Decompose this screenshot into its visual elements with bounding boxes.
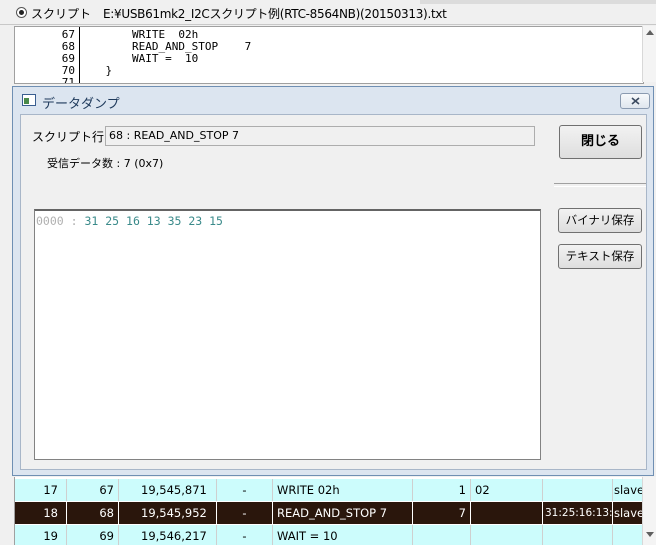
- cell-write-data: [471, 525, 543, 545]
- close-button[interactable]: 閉じる: [559, 125, 642, 159]
- cell-index: 17: [15, 479, 67, 501]
- dialog-titlebar[interactable]: データダンプ: [13, 87, 653, 115]
- cell-flag: -: [217, 502, 273, 524]
- table-vertical-scrollbar[interactable]: [642, 477, 656, 545]
- cell-write-data: 02: [471, 479, 543, 501]
- received-count-label: 受信データ数 : 7 (0x7): [47, 157, 164, 170]
- dump-address: 0000 :: [36, 214, 78, 228]
- cell-flag: -: [217, 525, 273, 545]
- execution-log-table[interactable]: 17 67 19,545,871 - WRITE 02h 1 02 slave …: [14, 477, 643, 545]
- dump-bytes: 31 25 16 13 35 23 15: [84, 214, 223, 228]
- dialog-body: スクリプト行 68 : READ_AND_STOP 7 受信データ数 : 7 (…: [20, 114, 647, 470]
- code-vertical-scrollbar[interactable]: [642, 26, 656, 82]
- close-icon: [631, 97, 640, 105]
- table-row[interactable]: 17 67 19,545,871 - WRITE 02h 1 02 slave: [15, 479, 643, 501]
- cell-line: 69: [67, 525, 119, 545]
- scroll-down-arrow-icon[interactable]: [646, 532, 654, 537]
- script-file-path: E:¥USB61mk2_I2Cスクリプト例(RTC-8564NB)(201503…: [103, 7, 447, 21]
- window-close-button[interactable]: [620, 93, 650, 109]
- cell-target: slave: [614, 483, 643, 497]
- cell-command: READ_AND_STOP 7: [273, 502, 413, 524]
- cell-count: 7: [413, 502, 471, 524]
- script-radio-button[interactable]: [16, 7, 27, 18]
- cell-time: 19,546,217: [119, 525, 217, 545]
- line-number: 71: [61, 76, 75, 84]
- cell-command: WAIT = 10: [273, 525, 413, 545]
- cell-write-data: [471, 502, 543, 524]
- scroll-up-arrow-icon[interactable]: [646, 30, 654, 35]
- cell-time: 19,545,871: [119, 479, 217, 501]
- dialog-title: データダンプ: [42, 97, 120, 112]
- code-line: }: [79, 64, 113, 77]
- cell-count: 1: [413, 479, 471, 501]
- window-icon: [22, 94, 36, 106]
- script-line-field: 68 : READ_AND_STOP 7: [105, 126, 535, 146]
- script-line-label: スクリプト行: [32, 130, 105, 144]
- cell-count: [413, 525, 471, 545]
- cell-command: WRITE 02h: [273, 479, 413, 501]
- script-radio-label[interactable]: スクリプト: [31, 5, 91, 22]
- cell-read-data: 31:25:16:13:...: [543, 502, 613, 524]
- cell-read-data: [543, 525, 613, 545]
- data-dump-dialog: データダンプ スクリプト行 68 : READ_AND_STOP 7 受信データ…: [12, 86, 654, 476]
- script-code-view[interactable]: 67 WRITE 02h 68 READ_AND_STOP 7 69 WAIT …: [14, 26, 644, 84]
- button-separator: [554, 183, 646, 187]
- dump-text-area[interactable]: 0000 : 31 25 16 13 35 23 15: [34, 209, 541, 460]
- text-save-button[interactable]: テキスト保存: [558, 244, 642, 269]
- cell-index: 19: [15, 525, 67, 545]
- cell-line: 67: [67, 479, 119, 501]
- dump-line: 0000 : 31 25 16 13 35 23 15: [36, 214, 223, 228]
- cell-target: [613, 525, 643, 545]
- cell-line: 68: [67, 502, 119, 524]
- cell-flag: -: [217, 479, 273, 501]
- table-row[interactable]: 19 69 19,546,217 - WAIT = 10: [15, 525, 643, 545]
- table-row-selected[interactable]: 18 68 19,545,952 - READ_AND_STOP 7 7 31:…: [15, 502, 643, 524]
- cell-index: 18: [15, 502, 67, 524]
- cell-read-data: [543, 479, 613, 501]
- cell-target: slave: [614, 506, 643, 520]
- binary-save-button[interactable]: バイナリ保存: [558, 208, 642, 233]
- cell-time: 19,545,952: [119, 502, 217, 524]
- toolbar-divider: [420, 0, 656, 4]
